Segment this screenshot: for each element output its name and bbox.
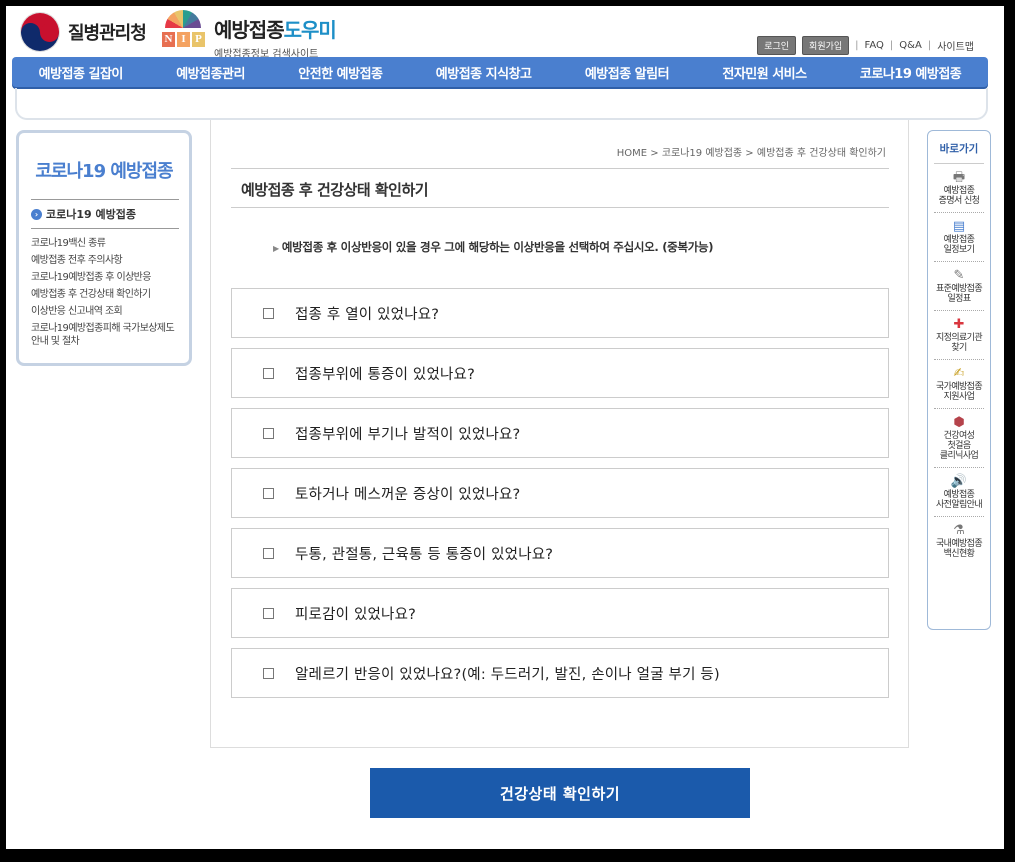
nip-title-accent: 도우미: [283, 18, 337, 42]
quick-link-label: 예방접종 사전알림안내: [935, 490, 983, 510]
qa-link[interactable]: Q&A: [899, 40, 922, 51]
question-row[interactable]: 토하거나 메스꺼운 증상이 있었나요?: [231, 468, 889, 518]
nip-sun-icon: N I P: [158, 10, 208, 54]
left-sidebar: 코로나19 예방접종 › 코로나19 예방접종 코로나19백신 종류 예방접종 …: [16, 130, 192, 366]
printer-icon: 🖶: [952, 170, 966, 185]
breadcrumb: HOME > 코로나19 예방접종 > 예방접종 후 건강상태 확인하기: [616, 148, 886, 159]
question-row[interactable]: 접종부위에 부기나 발적이 있었나요?: [231, 408, 889, 458]
sidebar-section-label: 코로나19 예방접종: [46, 208, 136, 221]
syringe-icon: ✎: [953, 268, 965, 283]
quick-link-standard-schedule[interactable]: ✎ 표준예방접종 일정표: [934, 262, 984, 311]
sidebar-item-compensation[interactable]: 코로나19예방접종피해 국가보상제도 안내 및 절차: [31, 322, 181, 348]
quick-links-bar: 바로가기 🖶 예방접종 증명서 신청 ▤ 예방접종 일정보기 ✎ 표준예방접종 …: [927, 130, 991, 630]
question-row[interactable]: 알레르기 반응이 있었나요?(예: 두드러기, 발진, 손이나 얼굴 부기 등): [231, 648, 889, 698]
question-label[interactable]: 접종부위에 통증이 있었나요?: [295, 363, 475, 384]
sidebar-item-vaccine-types[interactable]: 코로나19백신 종류: [31, 235, 181, 252]
question-label[interactable]: 알레르기 반응이 있었나요?(예: 두드러기, 발진, 손이나 얼굴 부기 등): [295, 663, 720, 684]
quick-links-title: 바로가기: [934, 141, 984, 164]
question-label[interactable]: 접종부위에 부기나 발적이 있었나요?: [295, 423, 520, 444]
quick-link-label: 예방접종 일정보기: [943, 235, 975, 255]
instruction-label: 예방접종 후 이상반응이 있을 경우 그에 해당하는 이상반응을 선택하여 주십…: [281, 240, 714, 254]
question-checkbox[interactable]: [263, 367, 274, 379]
nip-title: 예방접종도우미: [214, 14, 337, 43]
quick-link-pre-notice[interactable]: 🔊 예방접종 사전알림안내: [934, 468, 984, 517]
health-check-submit-button[interactable]: 건강상태 확인하기: [370, 768, 750, 818]
nip-letter-i: I: [177, 32, 190, 47]
page-title: 예방접종 후 건강상태 확인하기: [231, 168, 889, 208]
vaccine-icon: ⚗: [953, 523, 965, 538]
box-icon: ⬢: [953, 415, 965, 430]
main-nav: 예방접종 길잡이 예방접종관리 안전한 예방접종 예방접종 지식창고 예방접종 …: [12, 57, 988, 87]
quick-link-label: 표준예방접종 일정표: [935, 284, 983, 304]
nav-item-e-service[interactable]: 전자민원 서비스: [722, 63, 807, 82]
arrow-circle-icon: ›: [31, 208, 42, 220]
taeguk-emblem-icon: [20, 12, 60, 52]
quick-link-vaccine-status[interactable]: ⚗ 국내예방접종 백신현황: [934, 517, 984, 565]
sidebar-item-precautions[interactable]: 예방접종 전후 주의사항: [31, 252, 181, 269]
quick-link-women-clinic[interactable]: ⬢ 건강여성 첫걸음 클리닉사업: [934, 409, 984, 468]
nav-item-covid[interactable]: 코로나19 예방접종: [860, 63, 962, 82]
sidebar-item-adverse-reactions[interactable]: 코로나19예방접종 후 이상반응: [31, 269, 181, 286]
question-label[interactable]: 접종 후 열이 있었나요?: [295, 303, 439, 324]
sidebar-item-report-lookup[interactable]: 이상반응 신고내역 조회: [31, 303, 181, 320]
question-checkbox[interactable]: [263, 427, 274, 439]
sidebar-item-health-check[interactable]: 예방접종 후 건강상태 확인하기: [31, 286, 181, 303]
kdca-name: 질병관리청: [68, 23, 147, 44]
document-icon: ✍: [953, 366, 965, 381]
nav-item-management[interactable]: 예방접종관리: [176, 63, 245, 82]
quick-link-label: 건강여성 첫걸음 클리닉사업: [939, 431, 979, 461]
login-button[interactable]: 로그인: [757, 36, 797, 55]
question-row[interactable]: 피로감이 있었나요?: [231, 588, 889, 638]
question-row[interactable]: 접종 후 열이 있었나요?: [231, 288, 889, 338]
utility-links: 로그인 회원가입 | FAQ | Q&A | 사이트맵: [757, 36, 974, 55]
question-checkbox[interactable]: [263, 547, 274, 559]
kdca-logo[interactable]: 질병관리청: [20, 12, 147, 52]
sidebar-section-header[interactable]: › 코로나19 예방접종: [31, 206, 136, 222]
quick-link-hospital[interactable]: ✚ 지정의료기관 찾기: [934, 311, 984, 360]
quick-link-schedule[interactable]: ▤ 예방접종 일정보기: [934, 213, 984, 262]
question-label[interactable]: 토하거나 메스꺼운 증상이 있었나요?: [295, 483, 520, 504]
nav-item-notice[interactable]: 예방접종 알림터: [585, 63, 670, 82]
question-checkbox[interactable]: [263, 667, 274, 679]
nip-logo[interactable]: N I P 예방접종도우미 예방접종정보 검색사이트: [158, 10, 337, 60]
instruction-text: ▶ 예방접종 후 이상반응이 있을 경우 그에 해당하는 이상반응을 선택하여 주…: [273, 239, 714, 255]
quick-link-label: 국가예방접종 지원사업: [935, 382, 983, 402]
question-checkbox[interactable]: [263, 307, 274, 319]
nip-letter-p: P: [192, 32, 205, 47]
sub-menu-bar: [15, 88, 988, 120]
sidebar-divider: [31, 228, 179, 229]
sidebar-divider: [31, 199, 179, 200]
question-row[interactable]: 접종부위에 통증이 있었나요?: [231, 348, 889, 398]
quick-link-label: 국내예방접종 백신현황: [935, 539, 983, 559]
main-content: HOME > 코로나19 예방접종 > 예방접종 후 건강상태 확인하기 예방접…: [210, 120, 909, 748]
nip-title-main: 예방접종: [214, 18, 285, 42]
nav-item-guide[interactable]: 예방접종 길잡이: [39, 63, 124, 82]
quick-link-label: 예방접종 증명서 신청: [938, 186, 980, 206]
sidebar-title: 코로나19 예방접종: [35, 161, 173, 182]
page: 질병관리청 N I P 예방접종도우미 예방접종정보 검색사이트 로그인 회원가…: [6, 6, 1004, 849]
speaker-icon: 🔊: [950, 474, 968, 489]
hospital-icon: ✚: [953, 317, 965, 332]
join-button[interactable]: 회원가입: [802, 36, 850, 55]
sidebar-list: 코로나19백신 종류 예방접종 전후 주의사항 코로나19예방접종 후 이상반응…: [31, 235, 181, 348]
faq-link[interactable]: FAQ: [865, 40, 884, 51]
triangle-bullet-icon: ▶: [273, 244, 279, 253]
question-label[interactable]: 두통, 관절통, 근육통 등 통증이 있었나요?: [295, 543, 553, 564]
quick-link-label: 지정의료기관 찾기: [935, 333, 983, 353]
nip-letter-n: N: [162, 32, 175, 47]
sitemap-link[interactable]: 사이트맵: [937, 38, 974, 53]
question-checkbox[interactable]: [263, 487, 274, 499]
nav-item-safe-vaccination[interactable]: 안전한 예방접종: [298, 63, 383, 82]
quick-link-national-program[interactable]: ✍ 국가예방접종 지원사업: [934, 360, 984, 409]
nav-item-knowledge[interactable]: 예방접종 지식창고: [436, 63, 532, 82]
quick-link-certificate[interactable]: 🖶 예방접종 증명서 신청: [934, 164, 984, 213]
question-row[interactable]: 두통, 관절통, 근육통 등 통증이 있었나요?: [231, 528, 889, 578]
question-checkbox[interactable]: [263, 607, 274, 619]
calendar-icon: ▤: [952, 219, 966, 234]
question-label[interactable]: 피로감이 있었나요?: [295, 603, 416, 624]
